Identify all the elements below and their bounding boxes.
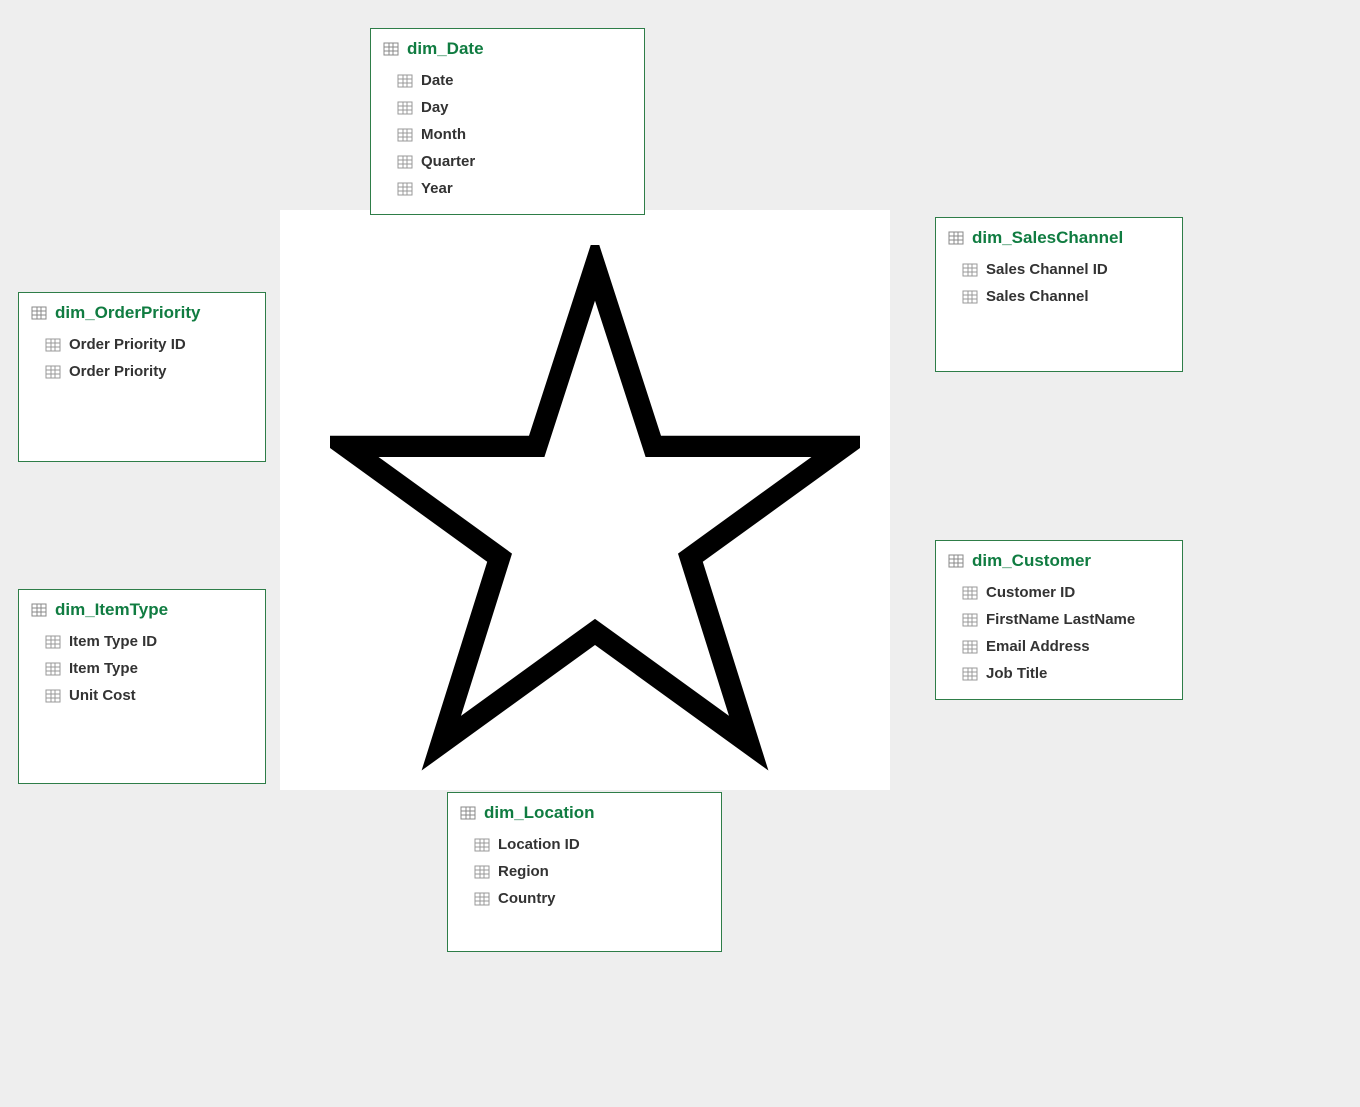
- field-row[interactable]: Day: [383, 94, 632, 121]
- column-icon: [397, 73, 413, 89]
- field-row[interactable]: Order Priority ID: [31, 331, 253, 358]
- table-dim-sales-channel[interactable]: dim_SalesChannel Sales Channel ID Sales …: [935, 217, 1183, 372]
- field-row[interactable]: Location ID: [460, 831, 709, 858]
- field-label: Email Address: [986, 638, 1090, 655]
- field-row[interactable]: Country: [460, 885, 709, 912]
- field-label: Item Type: [69, 660, 138, 677]
- field-row[interactable]: Order Priority: [31, 358, 253, 385]
- field-label: Month: [421, 126, 466, 143]
- table-title: dim_OrderPriority: [55, 303, 201, 323]
- field-label: Unit Cost: [69, 687, 136, 704]
- field-label: Customer ID: [986, 584, 1075, 601]
- field-label: Region: [498, 863, 549, 880]
- field-row[interactable]: Customer ID: [948, 579, 1170, 606]
- table-title: dim_SalesChannel: [972, 228, 1123, 248]
- table-dim-order-priority[interactable]: dim_OrderPriority Order Priority ID Orde…: [18, 292, 266, 462]
- column-icon: [962, 666, 978, 682]
- column-icon: [45, 688, 61, 704]
- column-icon: [962, 639, 978, 655]
- table-icon: [948, 553, 964, 569]
- table-title: dim_Date: [407, 39, 484, 59]
- column-icon: [962, 289, 978, 305]
- column-icon: [474, 864, 490, 880]
- column-icon: [474, 837, 490, 853]
- table-icon: [383, 41, 399, 57]
- column-icon: [45, 364, 61, 380]
- field-row[interactable]: Unit Cost: [31, 682, 253, 709]
- column-icon: [45, 337, 61, 353]
- table-icon: [31, 602, 47, 618]
- field-label: Item Type ID: [69, 633, 157, 650]
- star-icon: [330, 245, 860, 775]
- column-icon: [962, 262, 978, 278]
- field-row[interactable]: Region: [460, 858, 709, 885]
- field-label: Year: [421, 180, 453, 197]
- field-row[interactable]: Item Type ID: [31, 628, 253, 655]
- field-label: Location ID: [498, 836, 580, 853]
- column-icon: [45, 634, 61, 650]
- field-label: Sales Channel: [986, 288, 1089, 305]
- column-icon: [397, 127, 413, 143]
- field-row[interactable]: Sales Channel ID: [948, 256, 1170, 283]
- column-icon: [397, 181, 413, 197]
- field-row[interactable]: Quarter: [383, 148, 632, 175]
- field-label: Order Priority ID: [69, 336, 186, 353]
- field-label: Job Title: [986, 665, 1047, 682]
- field-label: Sales Channel ID: [986, 261, 1108, 278]
- field-row[interactable]: Email Address: [948, 633, 1170, 660]
- field-label: Quarter: [421, 153, 475, 170]
- table-title: dim_Location: [484, 803, 595, 823]
- table-icon: [31, 305, 47, 321]
- field-label: FirstName LastName: [986, 611, 1135, 628]
- field-label: Order Priority: [69, 363, 167, 380]
- column-icon: [45, 661, 61, 677]
- table-icon: [460, 805, 476, 821]
- table-dim-customer[interactable]: dim_Customer Customer ID FirstName LastN…: [935, 540, 1183, 700]
- table-dim-date[interactable]: dim_Date Date Day Month Quarter Year: [370, 28, 645, 215]
- column-icon: [474, 891, 490, 907]
- field-row[interactable]: Date: [383, 67, 632, 94]
- field-row[interactable]: Job Title: [948, 660, 1170, 687]
- field-row[interactable]: Year: [383, 175, 632, 202]
- table-dim-item-type[interactable]: dim_ItemType Item Type ID Item Type Unit…: [18, 589, 266, 784]
- field-row[interactable]: Item Type: [31, 655, 253, 682]
- table-dim-location[interactable]: dim_Location Location ID Region Country: [447, 792, 722, 952]
- column-icon: [962, 612, 978, 628]
- field-row[interactable]: Month: [383, 121, 632, 148]
- field-row[interactable]: FirstName LastName: [948, 606, 1170, 633]
- column-icon: [397, 154, 413, 170]
- table-icon: [948, 230, 964, 246]
- field-row[interactable]: Sales Channel: [948, 283, 1170, 310]
- field-label: Day: [421, 99, 449, 116]
- column-icon: [397, 100, 413, 116]
- table-title: dim_ItemType: [55, 600, 168, 620]
- table-title: dim_Customer: [972, 551, 1091, 571]
- column-icon: [962, 585, 978, 601]
- field-label: Country: [498, 890, 556, 907]
- field-label: Date: [421, 72, 454, 89]
- diagram-canvas: dim_Date Date Day Month Quarter Year dim…: [0, 0, 1360, 1107]
